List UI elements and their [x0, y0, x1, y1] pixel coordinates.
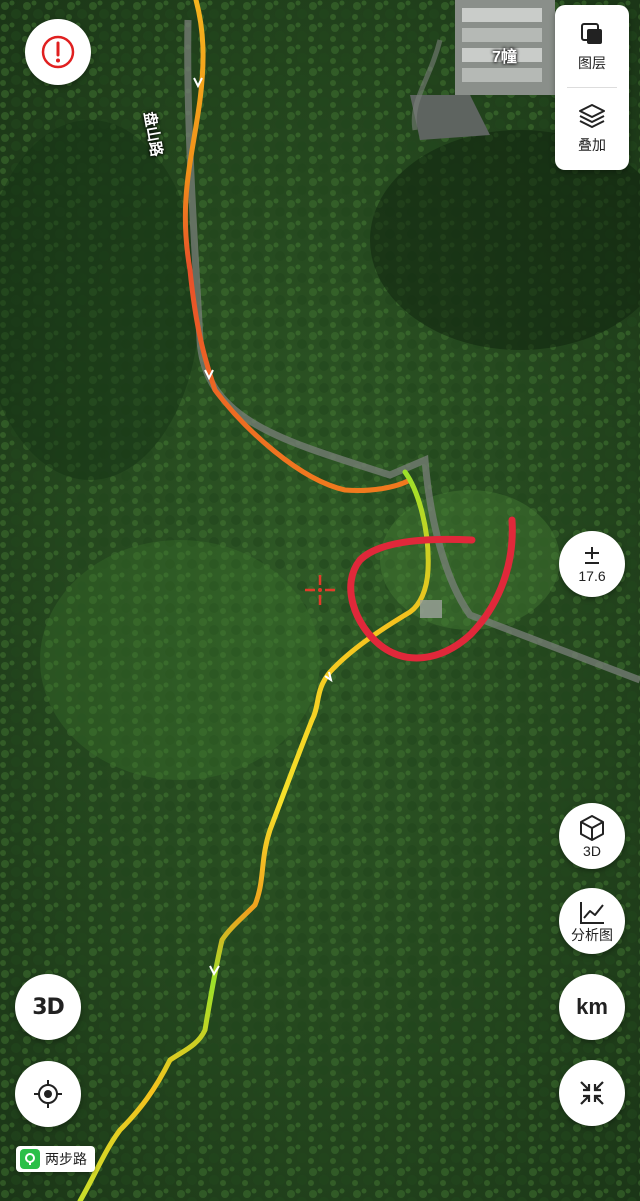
overlay-button[interactable]: 叠加	[555, 89, 629, 169]
locate-button[interactable]	[15, 1061, 81, 1127]
brand-badge: 两步路	[16, 1146, 95, 1172]
terrain-3d-button[interactable]: 3D	[15, 974, 81, 1040]
divider	[567, 87, 617, 88]
zoom-level: 17.6	[578, 568, 606, 584]
zoom-button[interactable]: 17.6	[559, 531, 625, 597]
layer-panel: 图层 叠加	[555, 5, 629, 170]
layers-button[interactable]: 图层	[555, 7, 629, 87]
units-button[interactable]: km	[559, 974, 625, 1040]
terrain-3d-icon: 3D	[32, 994, 65, 1020]
alert-button[interactable]	[25, 19, 91, 85]
satellite-map[interactable]	[0, 0, 640, 1201]
collapse-button[interactable]	[559, 1060, 625, 1126]
analysis-button[interactable]: 分析图	[559, 888, 625, 954]
analysis-label: 分析图	[571, 927, 613, 943]
shelter	[420, 600, 442, 618]
view-3d-button[interactable]: 3D	[559, 803, 625, 869]
stack-icon	[579, 104, 605, 128]
locate-icon	[34, 1080, 62, 1108]
brand-name: 两步路	[45, 1151, 87, 1167]
layers-label: 图层	[578, 55, 606, 71]
view-3d-label: 3D	[583, 843, 601, 859]
overlay-label: 叠加	[578, 137, 606, 153]
alert-icon	[41, 35, 75, 69]
plus-minus-icon	[585, 547, 599, 564]
chart-icon	[580, 902, 604, 924]
cube-icon	[580, 815, 604, 841]
brand-logo-icon	[20, 1149, 40, 1169]
units-label: km	[576, 994, 608, 1019]
collapse-icon	[580, 1081, 604, 1105]
poi-label: 7幢	[492, 49, 517, 66]
layers-icon	[581, 23, 602, 44]
